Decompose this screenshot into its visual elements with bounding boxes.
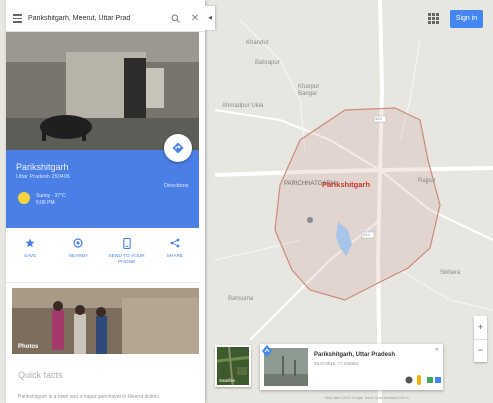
share-icon bbox=[170, 236, 180, 250]
map-label-rajpur: Rajpur bbox=[418, 178, 436, 184]
map-footer: Map data ©2019 Google Terms Send feedbac… bbox=[325, 396, 409, 400]
star-icon bbox=[25, 236, 35, 250]
map-label-sikhera: Sikhera bbox=[440, 270, 461, 276]
map-label-ahmadpur: Ahmadpur Ukla bbox=[222, 103, 264, 109]
place-actions: SAVE NEARBY SEND TO YOUR PHONE SHARE bbox=[6, 232, 199, 280]
place-hero-photo[interactable] bbox=[6, 32, 199, 150]
directions-button[interactable] bbox=[164, 134, 192, 162]
apps-grid-icon[interactable] bbox=[428, 13, 439, 24]
divider bbox=[6, 282, 199, 283]
nearby-button[interactable]: NEARBY bbox=[56, 232, 100, 280]
mini-card-coords: 28.973919, 77.935981 bbox=[314, 361, 360, 366]
chevron-left-icon: ◀ bbox=[208, 15, 212, 21]
photos-image bbox=[12, 288, 199, 354]
zoom-in-button[interactable]: + bbox=[474, 316, 487, 339]
mini-card-title: Parikshitgarh, Uttar Pradesh bbox=[314, 352, 396, 358]
map-label-bahrapur: Bahrapur bbox=[255, 60, 280, 66]
share-label: SHARE bbox=[166, 254, 184, 259]
menu-icon[interactable] bbox=[6, 6, 28, 32]
close-icon[interactable]: ✕ bbox=[185, 6, 205, 32]
zoom-out-button[interactable]: − bbox=[474, 339, 487, 362]
send-to-phone-button[interactable]: SEND TO YOUR PHONE bbox=[105, 232, 149, 280]
road-shield-label: 324 bbox=[363, 232, 370, 237]
directions-label: Directions bbox=[164, 183, 189, 189]
place-boundary bbox=[274, 107, 441, 301]
photos-label: Photos bbox=[18, 344, 39, 350]
phone-icon bbox=[122, 236, 131, 250]
photos-strip[interactable]: Photos bbox=[12, 288, 199, 354]
sun-icon bbox=[18, 192, 30, 204]
nearby-icon bbox=[73, 236, 83, 250]
zoom-control: + − bbox=[474, 316, 487, 362]
hero-photo-image bbox=[6, 32, 199, 150]
save-label: SAVE bbox=[23, 254, 37, 259]
satellite-label: Satellite bbox=[219, 378, 236, 383]
place-title: Parikshitgarh bbox=[16, 162, 69, 172]
road-shield-label: 324 bbox=[375, 116, 382, 121]
map-label-kharpur: Kharpur Bangar bbox=[298, 84, 320, 97]
local-time: 5:06 PM bbox=[36, 200, 55, 206]
send-to-phone-label: SEND TO YOUR PHONE bbox=[108, 254, 145, 265]
quick-facts-text: Parikshitgarh is a town and a nagar panc… bbox=[18, 394, 159, 400]
close-icon[interactable]: ✕ bbox=[435, 347, 439, 353]
map-tool-icons bbox=[405, 375, 441, 385]
satellite-toggle[interactable]: Satellite bbox=[215, 345, 251, 387]
navigation-icon[interactable] bbox=[260, 344, 274, 358]
weather-condition: Sunny · 37°C bbox=[36, 193, 66, 199]
place-info-card: Parikshitgarh Uttar Pradesh 250406 Sunny… bbox=[6, 134, 199, 228]
nearby-label: NEARBY bbox=[68, 254, 89, 259]
sign-in-button[interactable]: Sign in bbox=[450, 10, 483, 28]
place-subtitle: Uttar Pradesh 250406 bbox=[16, 174, 70, 180]
map-label-bahsuma: Bahsuma bbox=[228, 296, 254, 302]
map-label-khandur: Khandur bbox=[246, 40, 269, 46]
share-button[interactable]: SHARE bbox=[153, 232, 197, 280]
search-bar: ✕ bbox=[6, 6, 205, 32]
directions-icon bbox=[172, 142, 184, 154]
map-label-city: Parikshitgarh bbox=[322, 180, 370, 189]
search-input[interactable] bbox=[28, 8, 165, 29]
save-button[interactable]: SAVE bbox=[8, 232, 52, 280]
search-icon[interactable] bbox=[165, 6, 185, 32]
quick-facts-title: Quick facts bbox=[18, 370, 63, 380]
collapse-panel-button[interactable]: ◀ bbox=[205, 6, 215, 30]
